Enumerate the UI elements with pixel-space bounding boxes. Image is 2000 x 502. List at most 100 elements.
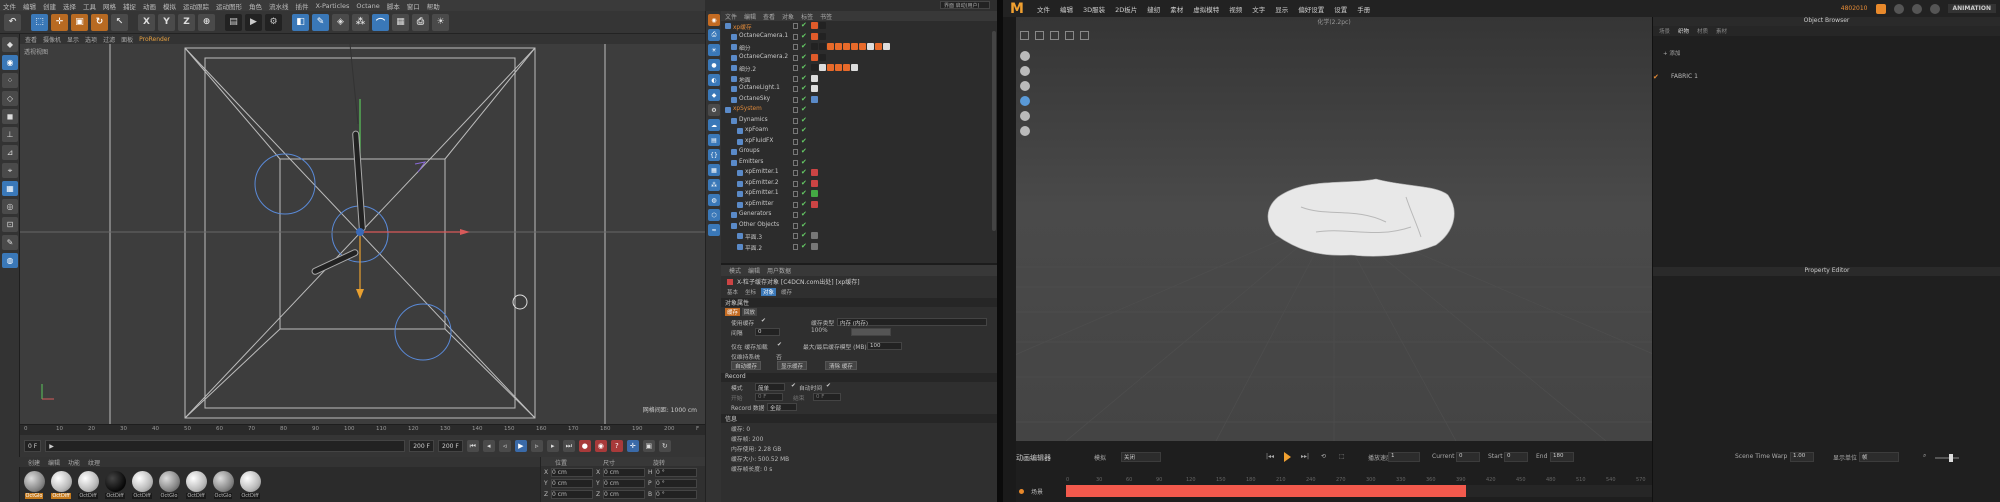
bake-dropdown[interactable]: 关闭 [1121,452,1161,462]
object-name[interactable]: xpEmitter.1 [745,190,779,196]
speed-dropdown[interactable]: 1 [1388,452,1420,462]
object-tag-icon[interactable] [859,43,866,50]
panel-tab-2[interactable]: 材质 [1697,27,1708,35]
record-toggle-icon[interactable]: ⬚ [1339,453,1345,460]
object-menu-item-2[interactable]: 查看 [763,12,775,21]
workplane-icon[interactable]: ▦ [2,181,18,196]
keyframe-icon[interactable]: ? [610,440,623,452]
x-axis-icon[interactable]: X [138,13,155,31]
object-tag-icon[interactable] [811,179,818,187]
object-tag-icon[interactable] [811,169,818,176]
object-tag-icon[interactable] [811,74,818,82]
add-button[interactable]: + 添加 [1663,49,1680,57]
prev-key-icon[interactable]: ◂ [482,440,495,452]
frame-slider[interactable]: ▶ [45,440,406,452]
object-name[interactable]: 平面.2 [745,243,762,252]
allow-cache-checkbox[interactable]: ✔ [777,342,782,348]
enabled-check-icon[interactable]: ✔ [801,168,807,176]
sculpt-icon[interactable]: ◍ [2,253,18,268]
prorender-button[interactable]: ProRender [139,36,170,43]
viewport-menu-item-5[interactable]: 面板 [121,35,133,44]
object-name[interactable]: OctaneLight.1 [739,85,780,91]
object-row[interactable]: Generators ✔ [721,210,997,221]
visibility-icon[interactable] [793,149,798,155]
md-menu-item-2[interactable]: 3D服装 [1083,4,1105,14]
material-slot[interactable]: OctGlo [157,470,181,499]
md-menu-item-3[interactable]: 2D板片 [1115,4,1137,14]
octane-mesh-icon[interactable]: ⬡ [708,209,720,221]
viewport-menu-item-0[interactable]: 查看 [25,35,37,44]
record-icon[interactable]: ● [578,440,591,452]
attr-menu-item-2[interactable]: 用户数据 [767,266,791,275]
material-slot[interactable]: OctDiff [184,470,208,499]
object-row[interactable]: Other Objects ✔ [721,221,997,232]
z-axis-icon[interactable]: Z [178,13,195,31]
object-tag-icon[interactable] [811,242,818,250]
next-key-icon[interactable]: ▸ [546,440,559,452]
light-icon[interactable]: ☀ [432,13,449,31]
menu-item-17[interactable]: 窗口 [407,1,420,11]
cursor-icon[interactable]: ↖ [111,13,128,31]
object-tag-icon[interactable] [843,64,850,71]
md-menu-item-5[interactable]: 素材 [1170,4,1183,14]
object-row[interactable]: xpEmitter ✔ [721,200,997,211]
material-slot[interactable]: OctGlo [22,470,46,499]
visibility-icon[interactable] [793,33,798,40]
menu-item-11[interactable]: 角色 [249,1,262,11]
visibility-icon[interactable] [793,201,798,208]
enabled-check-icon[interactable]: ✔ [801,32,807,40]
goto-start-icon[interactable]: ⏮ [466,440,479,452]
material-slot[interactable]: OctGlo [211,470,235,499]
visibility-icon[interactable] [793,65,798,71]
settings-icon[interactable] [1929,3,1940,14]
object-tag-icon[interactable] [819,53,826,61]
md-menu-item-4[interactable]: 缝纫 [1147,4,1160,14]
visibility-icon[interactable] [793,170,798,176]
object-tag-icon[interactable] [811,232,818,239]
zoom-slider[interactable] [1935,454,1959,462]
object-row[interactable]: xpEmitter.1 ✔ [721,189,997,200]
play-icon[interactable]: ▶ [514,440,527,452]
visibility-icon[interactable] [793,96,798,103]
material-slot[interactable]: OctDiff [238,470,262,499]
enabled-check-icon[interactable]: ✔ [801,158,807,166]
octane-light-icon[interactable]: ☀ [708,44,720,56]
enabled-check-icon[interactable]: ✔ [801,42,807,50]
octane-scatter-icon[interactable]: ⁂ [708,179,720,191]
object-row[interactable]: xpFoam ✔ [721,126,997,137]
octane-material-icon[interactable]: ● [708,59,720,71]
visibility-icon[interactable] [793,23,798,29]
memory-slider[interactable] [851,328,891,336]
render-icon[interactable]: ▶ [245,13,262,31]
model-mode-icon[interactable]: ◆ [2,37,18,52]
coord-rot-field[interactable]: 0 ° [655,490,697,499]
md-menu-item-12[interactable]: 手册 [1357,4,1370,14]
paint-icon[interactable]: ✎ [2,235,18,250]
interval-field[interactable]: 0 [755,328,780,336]
object-menu-item-0[interactable]: 文件 [725,12,737,21]
timewarp-field[interactable]: 1.00 [1790,452,1814,462]
menu-item-14[interactable]: X-Particles [316,2,350,10]
visibility-icon[interactable] [793,191,798,197]
attr-tab-1[interactable]: 坐标 [743,288,758,296]
visibility-icon[interactable] [793,75,798,82]
enabled-check-icon[interactable]: ✔ [801,137,807,145]
auto-cache-button[interactable]: 自动缓存 [731,361,762,370]
solo-icon[interactable]: ◎ [2,199,18,214]
menu-item-1[interactable]: 编辑 [23,1,36,11]
attr-tab-0[interactable]: 基本 [725,288,740,296]
object-row[interactable]: 地面 ✔ [721,74,997,85]
object-tag-icon[interactable] [883,43,890,50]
camera-icon[interactable]: ⎙ [412,13,429,31]
axis-mode-icon[interactable]: ⊥ [2,127,18,142]
enabled-check-icon[interactable]: ✔ [801,200,807,208]
octane-script-icon[interactable]: {} [708,149,720,161]
menu-item-5[interactable]: 网格 [103,1,116,11]
object-name[interactable]: Emitters [739,159,763,165]
octane-settings-icon[interactable]: ⚙ [708,104,720,116]
menu-item-9[interactable]: 运动跟踪 [183,1,209,11]
visibility-icon[interactable] [793,180,798,187]
render-settings-icon[interactable]: ⚙ [265,13,282,31]
object-name[interactable]: OctaneCamera.1 [739,33,788,39]
octane-texture-icon[interactable]: ▦ [708,164,720,176]
